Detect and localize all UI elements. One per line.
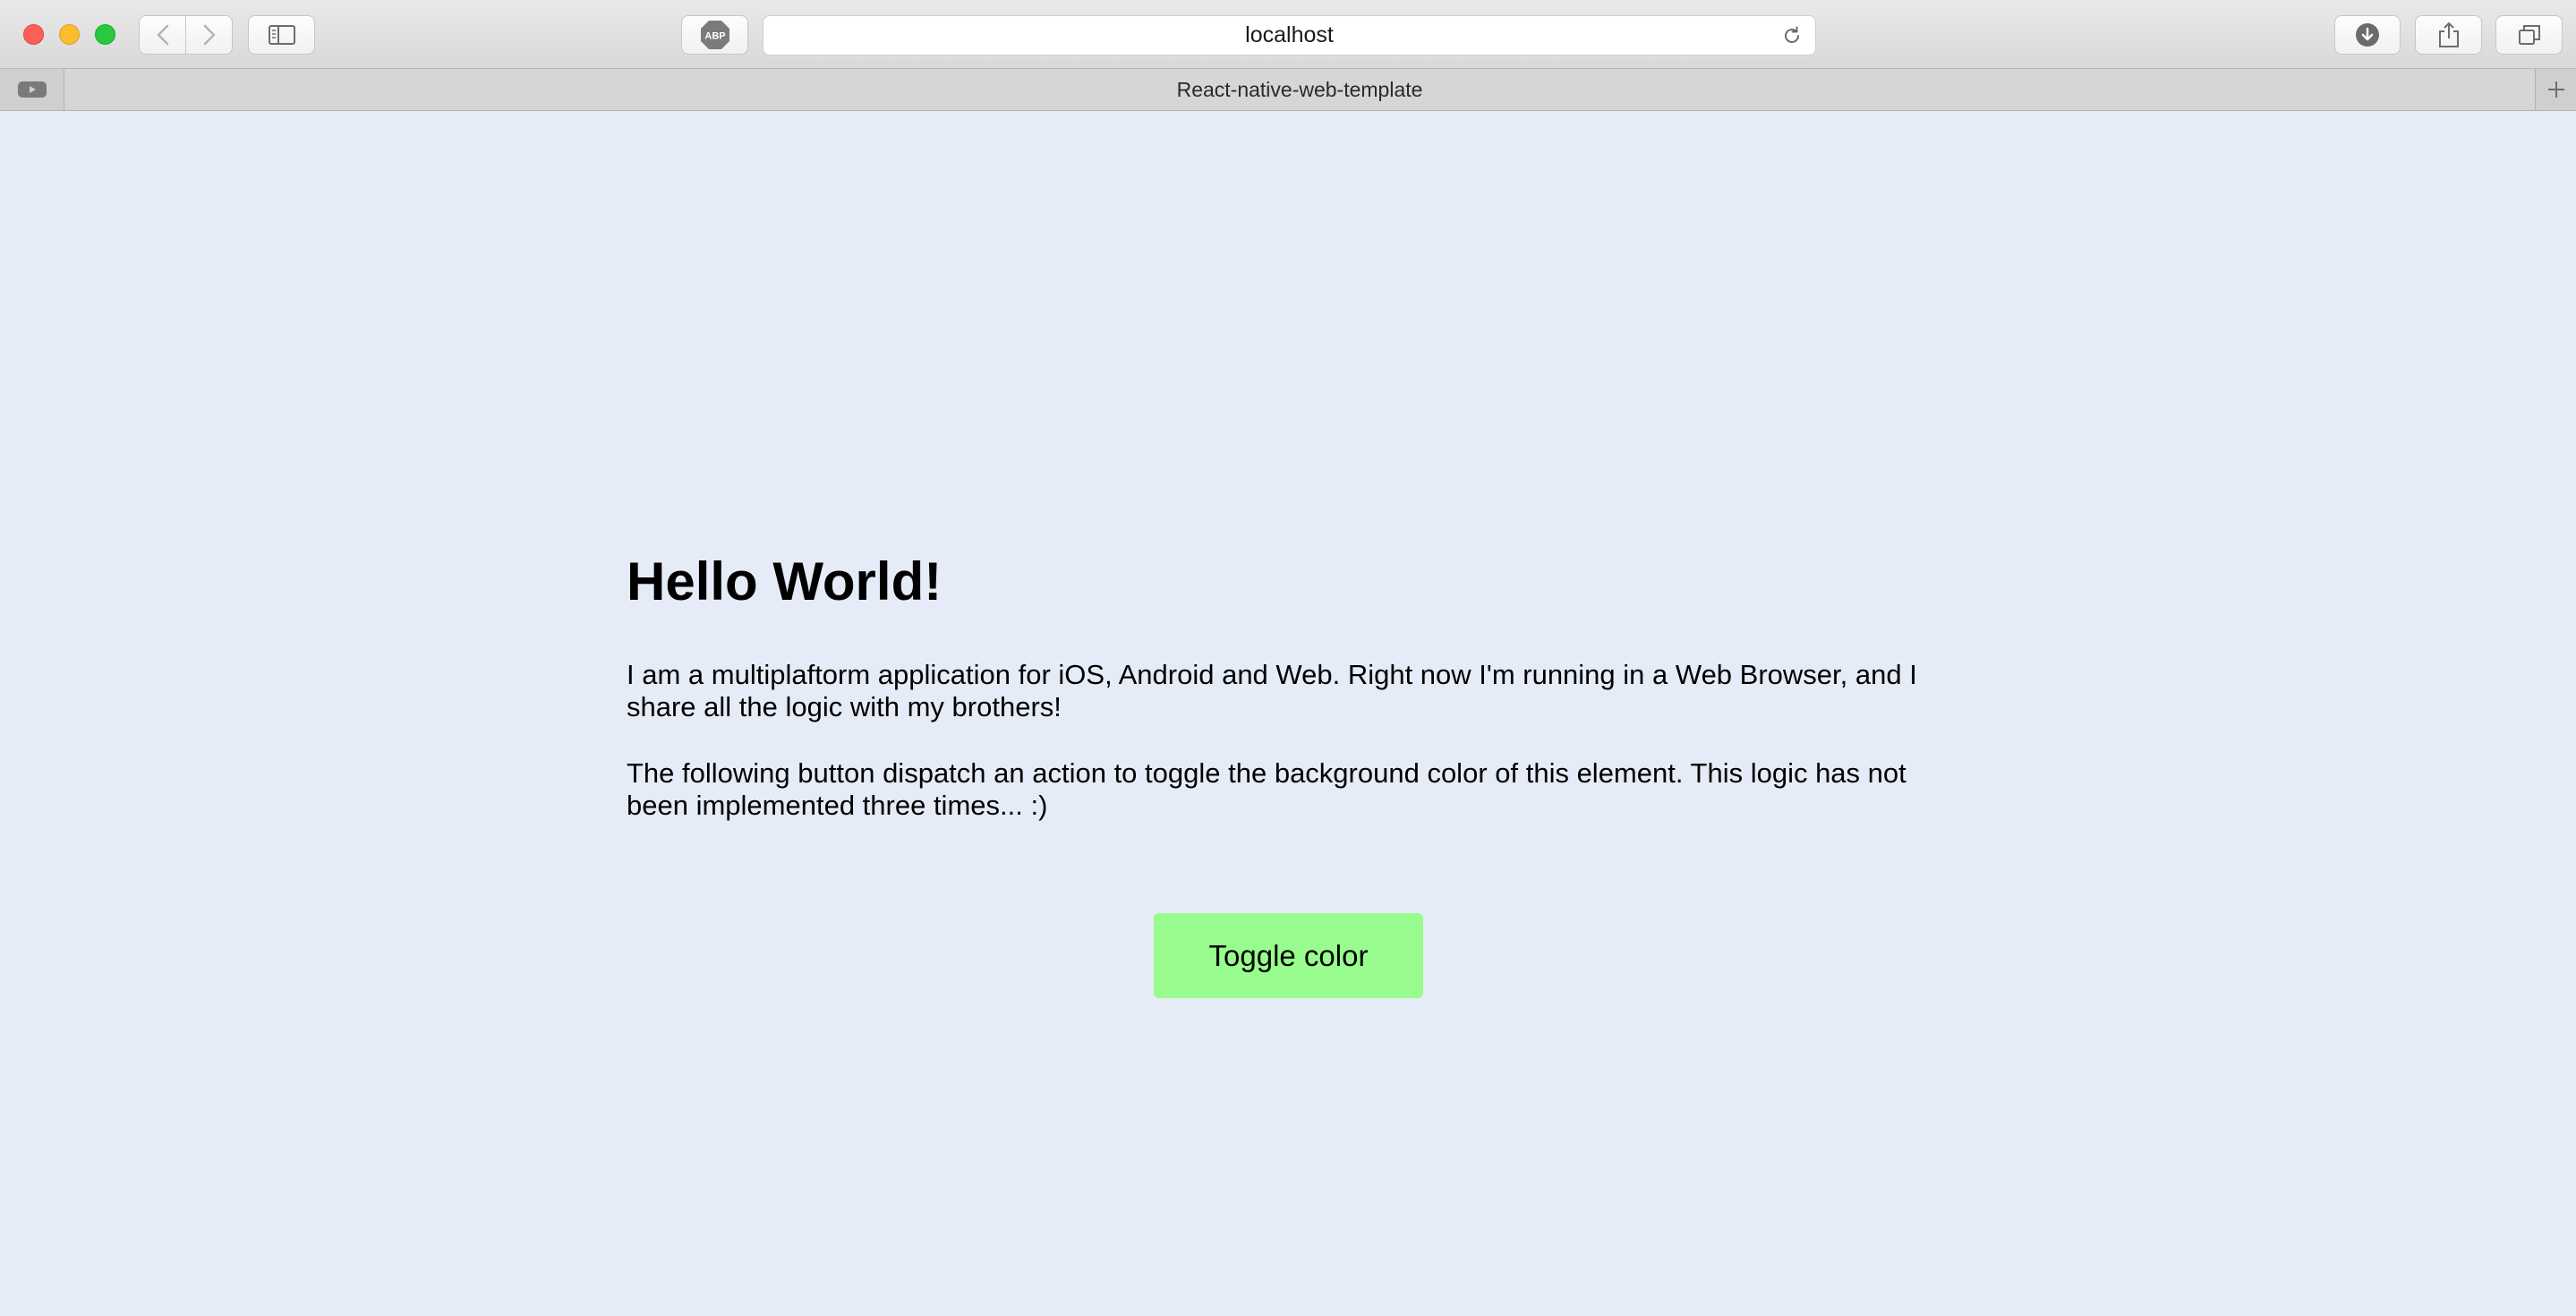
- chevron-right-icon: [203, 24, 215, 46]
- browser-window: ABP localhost React-native-web-template …: [0, 0, 2576, 1316]
- hello-card: Hello World! I am a multiplaftorm applic…: [627, 550, 1951, 998]
- address-url: localhost: [1245, 22, 1334, 47]
- adblock-label: ABP: [704, 31, 725, 42]
- minimize-window-button[interactable]: [59, 24, 80, 45]
- sidebar-icon: [268, 25, 295, 45]
- navigation-buttons: [139, 15, 233, 55]
- page-content: Hello World! I am a multiplaftorm applic…: [0, 111, 2576, 1316]
- back-button[interactable]: [140, 16, 185, 54]
- pinned-tab[interactable]: [0, 69, 64, 110]
- downloads-button[interactable]: [2334, 15, 2401, 55]
- tabs-overview-button[interactable]: [2495, 15, 2563, 55]
- address-bar[interactable]: localhost: [763, 15, 1816, 56]
- new-tab-button[interactable]: [2535, 69, 2576, 110]
- plus-icon: [2547, 81, 2564, 98]
- download-icon: [2356, 23, 2379, 47]
- page-heading: Hello World!: [627, 551, 943, 611]
- adblock-button[interactable]: ABP: [681, 15, 748, 55]
- intro-paragraph: I am a multiplaftorm application for iOS…: [627, 659, 1917, 722]
- tab-title: React-native-web-template: [1176, 77, 1423, 101]
- adblock-icon: ABP: [700, 21, 729, 49]
- sidebar-button[interactable]: [248, 15, 315, 55]
- chevron-left-icon: [157, 24, 168, 46]
- toggle-color-button[interactable]: Toggle color: [1154, 913, 1423, 998]
- share-icon: [2438, 22, 2459, 47]
- tabs-overview-icon: [2518, 25, 2540, 45]
- close-window-button[interactable]: [23, 24, 44, 45]
- maximize-window-button[interactable]: [95, 24, 115, 45]
- reload-icon[interactable]: [1781, 25, 1803, 47]
- forward-button[interactable]: [185, 16, 232, 54]
- share-button[interactable]: [2415, 15, 2482, 55]
- video-icon: [17, 81, 47, 98]
- tab-bar: React-native-web-template: [0, 69, 2576, 111]
- browser-toolbar: ABP localhost: [0, 0, 2576, 69]
- tab-react-native-web-template[interactable]: React-native-web-template: [64, 69, 2535, 110]
- description-paragraph: The following button dispatch an action …: [627, 757, 1906, 821]
